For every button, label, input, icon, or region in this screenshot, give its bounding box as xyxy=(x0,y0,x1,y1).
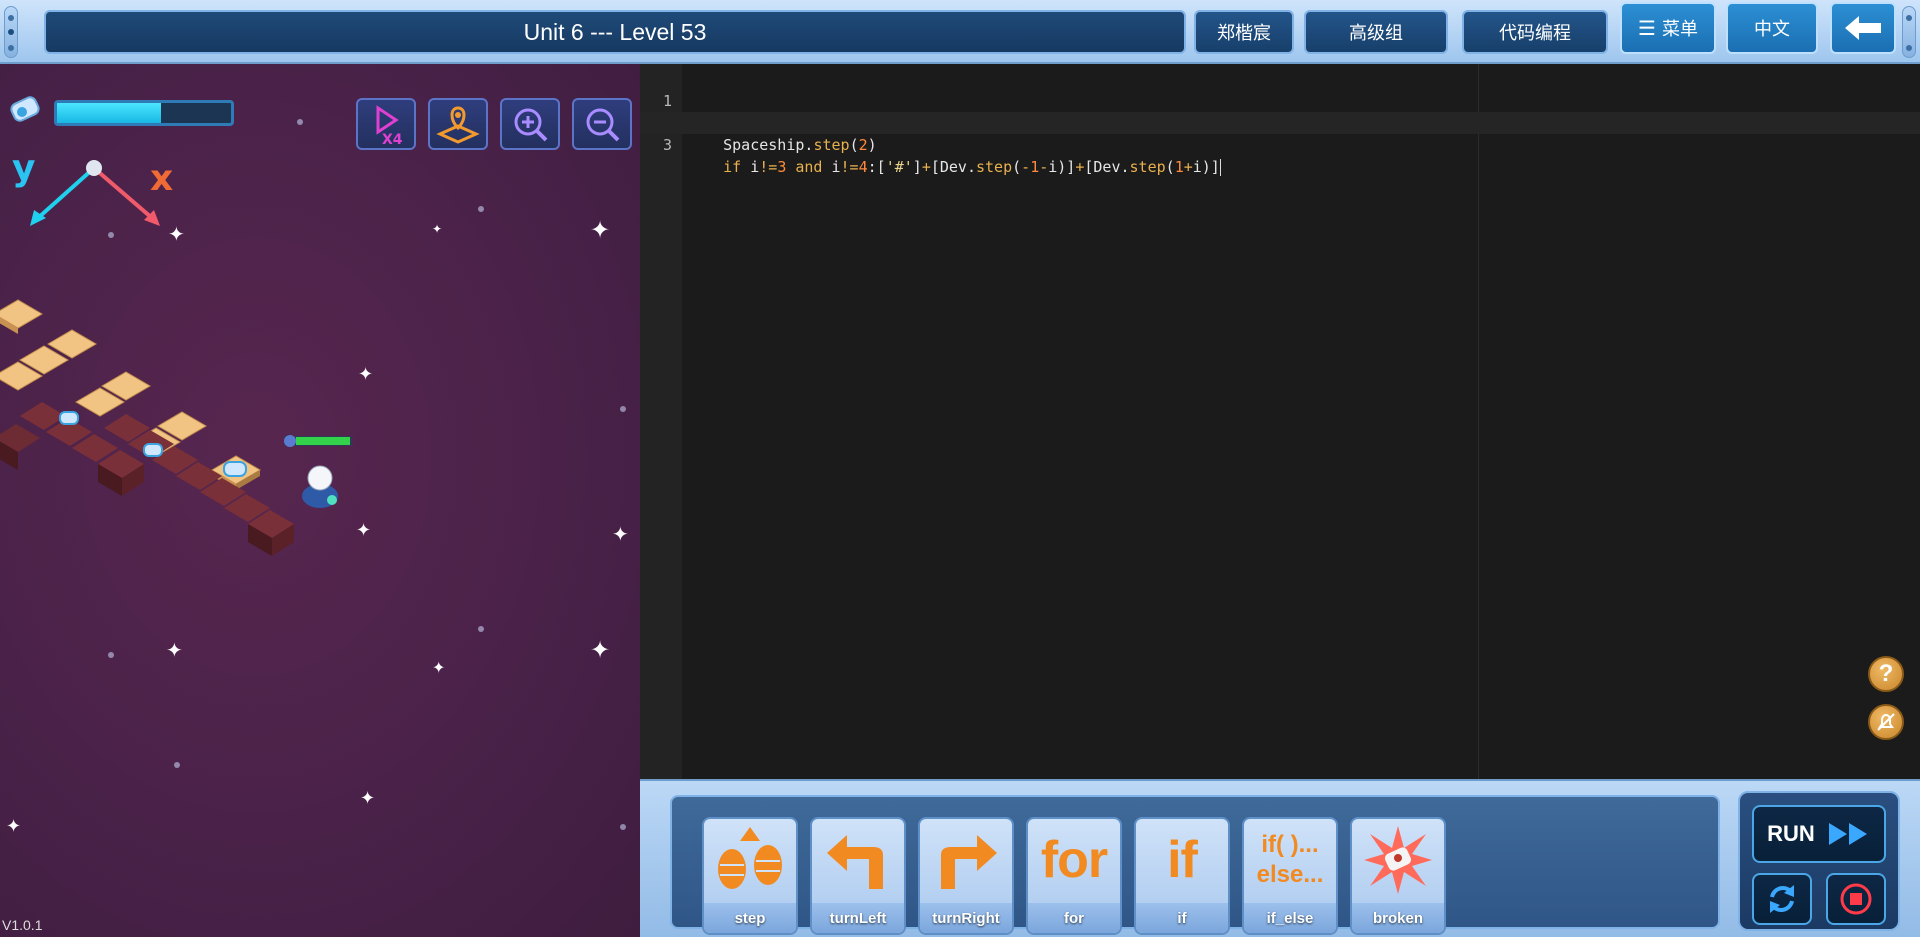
star-dot xyxy=(174,762,180,768)
svg-text:X4: X4 xyxy=(382,132,403,148)
star: ✦ xyxy=(590,216,611,244)
zoom-in-icon xyxy=(514,108,548,142)
run-controls: RUN xyxy=(1738,791,1900,931)
star-dot xyxy=(478,206,484,212)
game-view[interactable]: ✦ ✦ ✦ ✦ ✦ ✦ ✦ ✦ ✦ ✦ ✦ X4 y x V1.0.1 xyxy=(0,64,640,937)
block-label: turnRight xyxy=(920,903,1012,933)
reset-button[interactable] xyxy=(1752,873,1812,925)
turn-left-arrow-icon xyxy=(827,835,883,889)
footsteps-icon xyxy=(718,827,782,889)
top-bar: Unit 6 --- Level 53 郑楷宸 高级组 代码编程 ☰ 菜单 中文 xyxy=(0,0,1920,64)
window-corner-right xyxy=(1902,6,1916,58)
map-pin-icon xyxy=(436,106,480,144)
spaceship xyxy=(284,435,352,508)
star: ✦ xyxy=(590,636,611,664)
speed-x4-icon: X4 xyxy=(376,105,403,148)
bell-off-icon xyxy=(1877,713,1895,731)
block-art-text: if xyxy=(1167,831,1198,889)
list-icon: ☰ xyxy=(1638,16,1656,40)
block-label: if xyxy=(1136,903,1228,933)
energy-bar-fill xyxy=(57,103,162,123)
turn-right-arrow-icon xyxy=(941,835,997,889)
game-board xyxy=(0,299,352,556)
star: ✦ xyxy=(432,222,443,236)
back-button[interactable] xyxy=(1830,2,1896,54)
energy-bar xyxy=(54,100,234,126)
block-label: for xyxy=(1028,903,1120,933)
window-corner-left xyxy=(4,6,18,58)
block-if[interactable]: if if xyxy=(1134,817,1230,935)
question-icon: ? xyxy=(1878,660,1894,687)
speed-x4-button[interactable]: X4 xyxy=(356,98,416,150)
user-name-button[interactable]: 郑楷宸 xyxy=(1194,10,1294,54)
version-label: V1.0.1 xyxy=(2,917,43,933)
star: ✦ xyxy=(6,816,22,837)
code-text[interactable]: Spaceship.step(2) xyxy=(687,134,877,156)
level-title: Unit 6 --- Level 53 xyxy=(44,10,1186,54)
code-line[interactable]: 2 Spaceship.step(2) xyxy=(640,90,1920,154)
blocks-panel: step turnLeft turnRight for for if if if… xyxy=(640,779,1920,937)
energy-battery-icon xyxy=(10,96,40,122)
star: ✦ xyxy=(358,364,374,385)
star: ✦ xyxy=(432,658,446,677)
axis-x-label: x xyxy=(150,158,173,199)
axis-indicator: y x xyxy=(12,148,173,226)
star-dot xyxy=(620,824,626,830)
group-button[interactable]: 高级组 xyxy=(1304,10,1448,54)
block-if-else[interactable]: if( )... else... if_else xyxy=(1242,817,1338,935)
broken-icon xyxy=(1364,826,1432,894)
block-broken[interactable]: broken xyxy=(1350,817,1446,935)
block-art-text: if( )... xyxy=(1261,831,1319,858)
block-label: turnLeft xyxy=(812,903,904,933)
block-label: if_else xyxy=(1244,903,1336,933)
zoom-out-icon xyxy=(586,108,620,142)
axis-y-label: y xyxy=(12,148,35,189)
fast-forward-icon xyxy=(1828,823,1867,845)
block-label: step xyxy=(704,903,796,933)
stop-icon xyxy=(1840,883,1872,915)
stop-button[interactable] xyxy=(1826,873,1886,925)
star-dot xyxy=(620,406,626,412)
menu-label: 菜单 xyxy=(1661,19,1698,40)
run-button[interactable]: RUN xyxy=(1752,805,1886,863)
block-turnright[interactable]: turnRight xyxy=(918,817,1014,935)
block-turnleft[interactable]: turnLeft xyxy=(810,817,906,935)
mute-button[interactable] xyxy=(1868,704,1904,740)
menu-button[interactable]: ☰ 菜单 xyxy=(1620,2,1716,54)
editor-print-margin xyxy=(1478,64,1479,779)
block-art-text: for xyxy=(1040,831,1108,889)
mode-button[interactable]: 代码编程 xyxy=(1462,10,1608,54)
language-button[interactable]: 中文 xyxy=(1726,2,1818,54)
block-label: broken xyxy=(1352,903,1444,933)
zoom-in-button[interactable] xyxy=(500,98,560,150)
run-label: RUN xyxy=(1767,821,1815,846)
code-text[interactable]: if i!=3 and i!=4:['#']+[Dev.step(-1-i)]+… xyxy=(687,156,1221,178)
refresh-icon xyxy=(1770,885,1794,913)
text-cursor xyxy=(1219,159,1221,176)
code-line[interactable]: 1 for i in range(7): xyxy=(640,68,1920,132)
zoom-out-button[interactable] xyxy=(572,98,632,150)
star: ✦ xyxy=(360,788,376,809)
code-editor[interactable]: 1 for i in range(7): 2 Spaceship.step(2)… xyxy=(640,64,1920,779)
code-line[interactable]: 3 if i!=3 and i!=4:['#']+[Dev.step(-1-i)… xyxy=(640,112,1920,176)
map-button[interactable] xyxy=(428,98,488,150)
star-dot xyxy=(478,626,484,632)
star: ✦ xyxy=(612,522,629,546)
code-lines[interactable]: 1 for i in range(7): 2 Spaceship.step(2)… xyxy=(640,68,1920,176)
block-for[interactable]: for for xyxy=(1026,817,1122,935)
star-dot xyxy=(297,119,303,125)
line-number: 3 xyxy=(662,136,672,154)
blocks-tray: step turnLeft turnRight for for if if if… xyxy=(670,795,1720,935)
block-art-text: else... xyxy=(1256,861,1324,888)
back-arrow-icon xyxy=(1845,16,1881,40)
help-button[interactable]: ? xyxy=(1868,656,1904,692)
block-step[interactable]: step xyxy=(702,817,798,935)
